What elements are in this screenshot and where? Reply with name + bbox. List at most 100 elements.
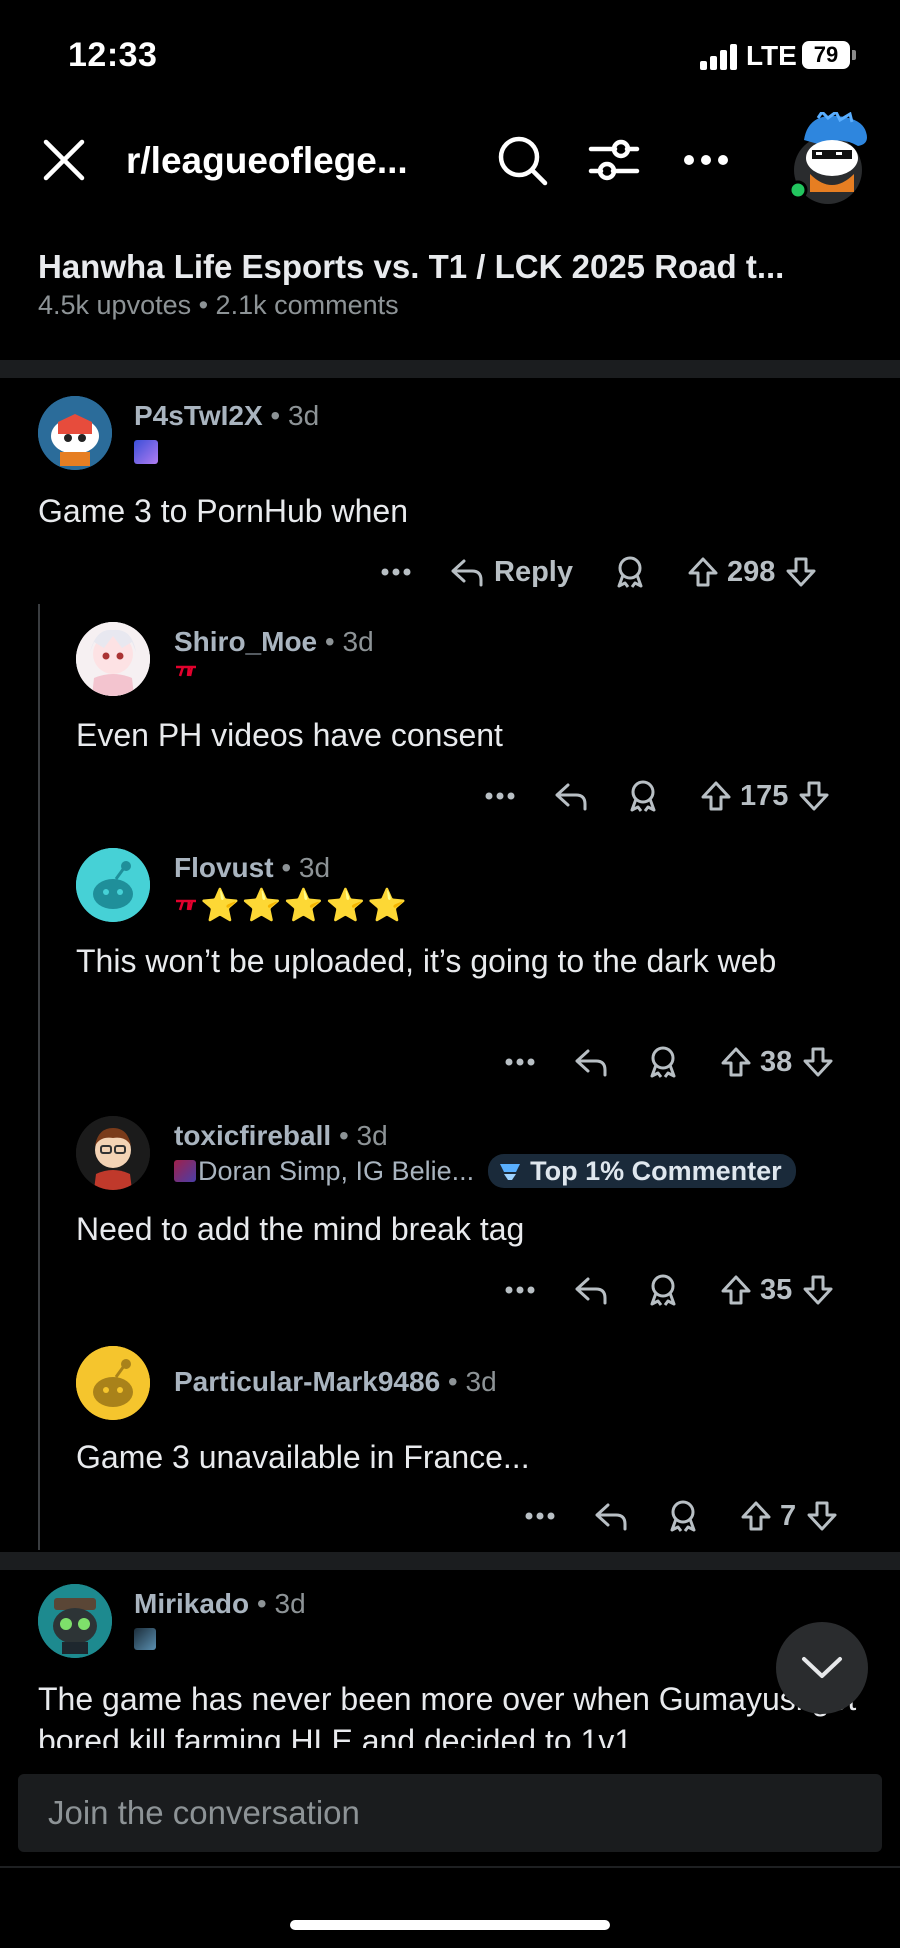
avatar[interactable] xyxy=(38,1584,112,1658)
downvote-button[interactable] xyxy=(806,1500,838,1532)
snoo-avatar-icon xyxy=(38,396,112,470)
upvote-icon xyxy=(721,1047,751,1077)
user-flair xyxy=(134,440,158,464)
avatar[interactable] xyxy=(76,1346,150,1420)
join-conversation-input[interactable]: Join the conversation xyxy=(18,1774,882,1852)
vote-count: 175 xyxy=(740,779,789,812)
comment-time: • 3d xyxy=(273,852,331,883)
downvote-button[interactable] xyxy=(785,556,817,588)
top-commenter-badge[interactable]: Top 1% Commenter xyxy=(488,1154,796,1188)
comment-time: • 3d xyxy=(249,1588,306,1619)
more-icon xyxy=(684,155,728,165)
avatar[interactable] xyxy=(76,1116,150,1190)
close-icon xyxy=(43,139,85,181)
search-icon xyxy=(498,136,548,186)
reply-button[interactable] xyxy=(574,1275,608,1305)
flair-emblem-icon xyxy=(174,1160,196,1182)
vote-count: 7 xyxy=(780,1499,797,1532)
home-indicator[interactable] xyxy=(290,1920,610,1930)
network-label: LTE xyxy=(746,40,797,71)
award-icon xyxy=(670,1500,696,1532)
user-flair: ⭐⭐⭐⭐⭐ xyxy=(174,886,409,924)
more-button[interactable] xyxy=(500,1058,540,1066)
chevron-down-icon xyxy=(802,1657,842,1678)
upvote-button[interactable] xyxy=(700,780,732,812)
snoo-avatar-icon xyxy=(788,109,867,204)
more-icon xyxy=(505,1286,535,1294)
comment: P4sTwI2X • 3d Game 3 to PornHub when Rep… xyxy=(0,380,900,588)
comment-time: • 3d xyxy=(262,400,320,431)
award-button[interactable] xyxy=(668,1499,698,1533)
user-avatar[interactable] xyxy=(788,109,872,204)
reply-button[interactable] xyxy=(594,1501,628,1531)
signal-icon xyxy=(700,44,740,70)
upvote-button[interactable] xyxy=(740,1500,772,1532)
upvote-icon xyxy=(721,1275,751,1305)
comment: Flovust • 3d ⭐⭐⭐⭐⭐ This won’t be uploade… xyxy=(0,846,900,1086)
close-button[interactable] xyxy=(36,132,92,188)
sort-filter-button[interactable] xyxy=(586,132,642,188)
reply-icon xyxy=(451,559,483,587)
award-button[interactable] xyxy=(615,555,645,589)
subreddit-name[interactable]: r/leagueoflege... xyxy=(126,140,408,182)
comment-username[interactable]: Shiro_Moe • 3d xyxy=(174,626,374,658)
downvote-icon xyxy=(807,1501,837,1531)
battery-icon: 79 xyxy=(802,41,850,69)
comment-body: This won’t be uploaded, it’s going to th… xyxy=(76,943,777,979)
comment-username[interactable]: toxicfireball • 3d xyxy=(174,1120,388,1152)
downvote-button[interactable] xyxy=(802,1274,834,1306)
comment-body: Game 3 to PornHub when xyxy=(38,493,408,529)
section-divider xyxy=(0,360,900,378)
award-button[interactable] xyxy=(648,1273,678,1307)
comment-body: Need to add the mind break tag xyxy=(76,1211,525,1247)
more-button[interactable] xyxy=(376,568,416,576)
anime-avatar-icon xyxy=(76,622,150,696)
comment-username[interactable]: Mirikado • 3d xyxy=(134,1588,306,1620)
top-nav: r/leagueoflege... xyxy=(0,109,900,220)
reply-button[interactable]: Reply xyxy=(450,556,573,589)
more-icon xyxy=(381,568,411,576)
comment-username[interactable]: Flovust • 3d xyxy=(174,852,330,884)
comment-actions: 175 xyxy=(480,774,830,818)
upvote-button[interactable] xyxy=(720,1274,752,1306)
upvote-button[interactable] xyxy=(720,1046,752,1078)
vote-count: 38 xyxy=(760,1045,793,1078)
more-button[interactable] xyxy=(480,792,520,800)
reply-button[interactable] xyxy=(574,1047,608,1077)
comment-username[interactable]: P4sTwI2X • 3d xyxy=(134,400,319,432)
t1-logo-icon xyxy=(176,899,196,911)
more-button[interactable] xyxy=(520,1512,560,1520)
award-button[interactable] xyxy=(628,779,658,813)
avatar[interactable] xyxy=(76,622,150,696)
more-icon xyxy=(525,1512,555,1520)
downvote-button[interactable] xyxy=(798,780,830,812)
comment-actions: 7 xyxy=(520,1494,838,1538)
comment-time: • 3d xyxy=(440,1366,497,1397)
search-button[interactable] xyxy=(494,132,550,188)
post-title[interactable]: Hanwha Life Esports vs. T1 / LCK 2025 Ro… xyxy=(38,248,868,286)
reply-button[interactable] xyxy=(554,781,588,811)
avatar[interactable] xyxy=(38,396,112,470)
award-icon xyxy=(650,1046,676,1078)
avatar[interactable] xyxy=(76,848,150,922)
more-options-button[interactable] xyxy=(678,132,734,188)
reply-icon xyxy=(555,783,587,811)
upvote-button[interactable] xyxy=(687,556,719,588)
scroll-next-button[interactable] xyxy=(776,1622,868,1714)
comment-actions: 35 xyxy=(500,1268,834,1312)
composer-divider xyxy=(0,1866,900,1868)
downvote-icon xyxy=(786,557,816,587)
downvote-button[interactable] xyxy=(802,1046,834,1078)
award-icon xyxy=(650,1274,676,1306)
status-time: 12:33 xyxy=(68,36,158,74)
filter-icon xyxy=(588,139,640,181)
more-button[interactable] xyxy=(500,1286,540,1294)
section-divider xyxy=(0,1552,900,1570)
flair-emblem-icon xyxy=(134,1628,156,1650)
award-button[interactable] xyxy=(648,1045,678,1079)
battery-nub xyxy=(852,50,856,60)
comment-body: Game 3 unavailable in France... xyxy=(76,1439,530,1475)
robot-avatar-icon xyxy=(38,1584,112,1658)
comment-username[interactable]: Particular-Mark9486 • 3d xyxy=(174,1366,497,1398)
downvote-icon xyxy=(803,1275,833,1305)
